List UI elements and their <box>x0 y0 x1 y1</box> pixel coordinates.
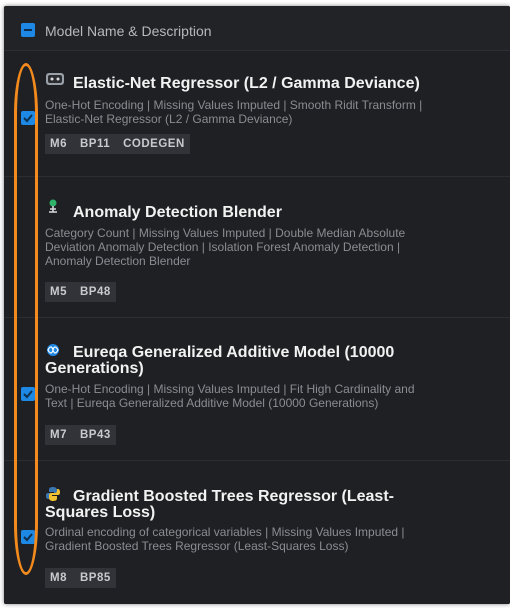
column-header-model-name: Model Name & Description <box>45 23 212 39</box>
list-item[interactable]: Elastic-Net Regressor (L2 / Gamma Devian… <box>4 51 510 177</box>
model-description: One-Hot Encoding | Missing Values Impute… <box>45 98 423 126</box>
list-item[interactable]: Anomaly Detection Blender Category Count… <box>4 177 510 318</box>
blueprint-badge: BP85 <box>71 568 116 588</box>
select-all-checkbox[interactable] <box>21 23 35 37</box>
checkbox-highlight-annotation <box>14 63 38 575</box>
model-description: Ordinal encoding of categorical variable… <box>45 525 405 553</box>
model-description: One-Hot Encoding | Missing Values Impute… <box>45 382 415 410</box>
model-name[interactable]: Gradient Boosted Trees Regressor (Least-… <box>45 489 435 521</box>
model-description: Category Count | Missing Values Imputed … <box>45 226 406 268</box>
blueprint-badge: BP11 <box>71 134 116 154</box>
model-tags: M8 BP85 <box>45 568 116 588</box>
model-list-panel: Model Name & Description Elastic-Net Reg… <box>4 6 510 604</box>
model-id-badge: M7 <box>45 425 72 445</box>
model-id-badge: M6 <box>45 134 72 154</box>
list-item[interactable]: Eureqa Generalized Additive Model (10000… <box>4 318 510 461</box>
blueprint-badge: BP48 <box>71 282 116 302</box>
list-header: Model Name & Description <box>4 6 510 51</box>
model-name[interactable]: Eureqa Generalized Additive Model (10000… <box>45 345 435 377</box>
model-tags: M7 BP43 <box>45 425 116 445</box>
model-tags: M5 BP48 <box>45 282 116 302</box>
codegen-badge: CODEGEN <box>115 134 190 154</box>
model-id-badge: M8 <box>45 568 72 588</box>
model-tags: M6 BP11 CODEGEN <box>45 134 190 154</box>
model-name[interactable]: Anomaly Detection Blender <box>45 205 435 221</box>
blueprint-badge: BP43 <box>71 425 116 445</box>
model-id-badge: M5 <box>45 282 72 302</box>
list-item[interactable]: Gradient Boosted Trees Regressor (Least-… <box>4 461 510 604</box>
model-name[interactable]: Elastic-Net Regressor (L2 / Gamma Devian… <box>45 76 435 92</box>
